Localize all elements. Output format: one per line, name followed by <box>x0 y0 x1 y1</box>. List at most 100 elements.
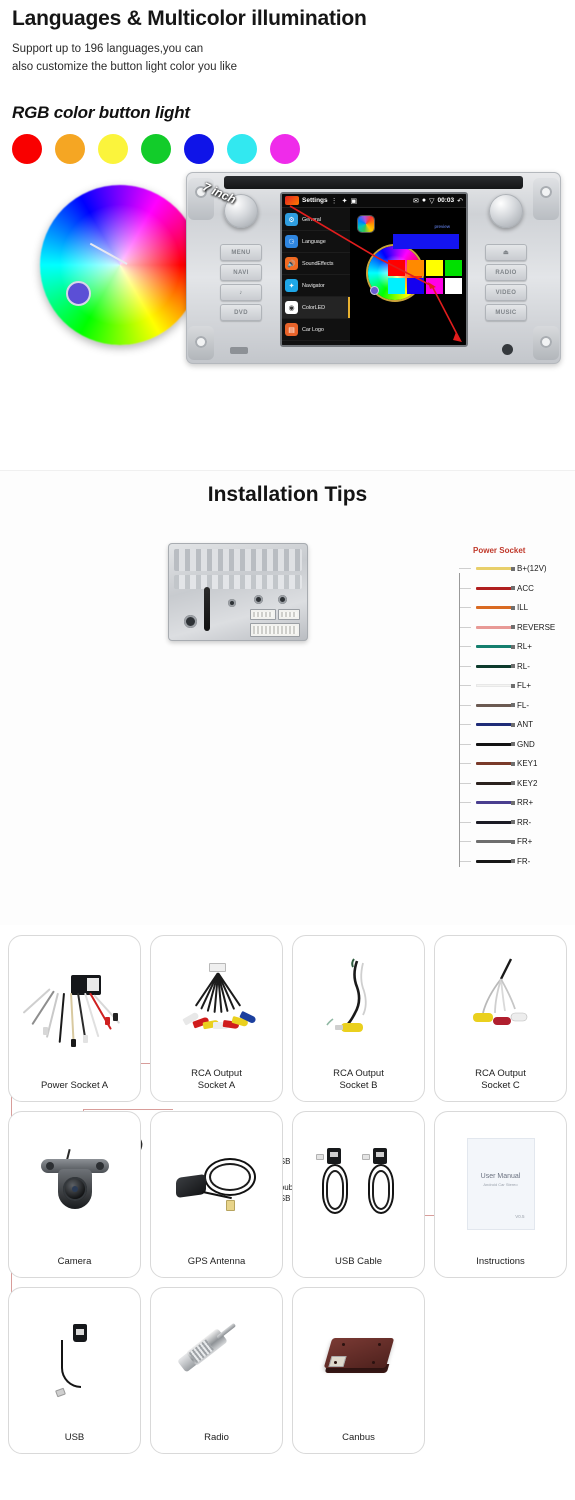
swatch-blue[interactable] <box>184 133 214 164</box>
menu-item-navigator[interactable]: ✦ Navigator <box>282 275 350 297</box>
installation-tips-section: Installation Tips GPS Antenna ANT or (No… <box>0 470 575 1363</box>
swatch-red[interactable] <box>12 133 42 164</box>
music-button[interactable]: MUSIC <box>485 304 527 321</box>
screen-palette-grid <box>388 260 462 294</box>
front-usb-port[interactable] <box>230 347 248 354</box>
power-wire-row: GND <box>459 735 571 755</box>
manual-version: V0.5 <box>515 1213 525 1219</box>
menu-item-colorled[interactable]: ◉ ColorLED <box>282 297 350 319</box>
eject-button[interactable]: ⏏ <box>485 244 527 261</box>
head-unit-front: MENU NAVI ♪ DVD ⏏ RADIO VIDEO MUSIC Sett… <box>186 172 561 364</box>
wire-swatch <box>476 858 515 864</box>
star-icon[interactable]: ✦ <box>342 197 348 205</box>
swatch-magenta[interactable] <box>270 133 300 164</box>
power-wire-row: FR- <box>459 852 571 872</box>
menu-item-carlogo[interactable]: ▤ Car Logo <box>282 319 350 341</box>
menu-label-colorled: ColorLED <box>302 304 326 311</box>
wire-label: GND <box>517 739 535 749</box>
power-socket-panel: Power Socket B+(12V) ACC ILL REVERSE RL+… <box>459 546 571 871</box>
accessory-card-instructions[interactable]: User Manual Android Car Stereo V0.5 Inst… <box>434 1111 567 1278</box>
color-wheel-widget[interactable] <box>40 185 200 345</box>
apps-icon[interactable]: ▣ <box>351 197 358 205</box>
swatch-green[interactable] <box>141 133 171 164</box>
head-unit-top-trim <box>224 176 523 189</box>
manual-subtitle: Android Car Stereo <box>483 1181 518 1187</box>
rear-port-a <box>228 599 236 607</box>
palette-icon: ◉ <box>285 301 298 314</box>
color-preview-bar <box>393 234 459 249</box>
palette-swatch-red[interactable] <box>388 260 405 276</box>
preview-caption: preview <box>434 224 450 229</box>
power-wire-row: RL- <box>459 657 571 677</box>
menu-item-general[interactable]: ⚙ General <box>282 209 350 231</box>
power-wire-row: RL+ <box>459 637 571 657</box>
globe-icon: ⚆ <box>285 235 298 248</box>
wire-swatch <box>476 839 515 845</box>
screen-body: ⚙ General ⚆ Language 🔊 SoundEffects ✦ Na… <box>282 208 466 345</box>
overflow-menu-icon[interactable]: ⋮ <box>331 197 339 205</box>
wire-swatch <box>476 605 515 611</box>
accessory-card-rca-output-socket-c[interactable]: RCA Output Socket C <box>434 935 567 1102</box>
rear-wifi-antenna <box>204 587 210 631</box>
languages-section: Languages & Multicolor illumination Supp… <box>0 0 575 470</box>
palette-swatch-orange[interactable] <box>407 260 424 276</box>
gps-antenna-art <box>151 1112 282 1256</box>
rear-port-c <box>278 595 287 604</box>
rear-vent-upper <box>174 549 302 571</box>
power-wire-row: RR+ <box>459 793 571 813</box>
phone-button[interactable]: ♪ <box>220 284 262 301</box>
swatch-orange[interactable] <box>55 133 85 164</box>
rear-connector-b <box>278 609 300 620</box>
accessory-card-gps-antenna[interactable]: GPS Antenna <box>150 1111 283 1278</box>
color-wheel-gradient[interactable] <box>51 196 189 334</box>
navi-button[interactable]: NAVI <box>220 264 262 281</box>
palette-swatch-magenta[interactable] <box>426 278 443 294</box>
backup-camera-icon <box>37 1148 113 1219</box>
accessory-card-usb-cable[interactable]: USB Cable <box>292 1111 425 1278</box>
colorled-panel: preview <box>350 208 466 345</box>
power-wire-row: FL- <box>459 696 571 716</box>
accessory-card-power-socket-a[interactable]: Power Socket A <box>8 935 141 1102</box>
accessory-card-canbus[interactable]: Canbus <box>292 1287 425 1454</box>
accessory-card-usb[interactable]: USB <box>8 1287 141 1454</box>
radio-button[interactable]: RADIO <box>485 264 527 281</box>
radio-antenna-adapter-icon <box>169 1313 264 1406</box>
back-icon[interactable]: ↶ <box>457 197 463 205</box>
screen-color-wheel-knob[interactable] <box>370 286 379 295</box>
video-button[interactable]: VIDEO <box>485 284 527 301</box>
accessory-card-rca-output-socket-b[interactable]: RCA Output Socket B <box>292 935 425 1102</box>
accessory-card-rca-output-socket-a[interactable]: RCA Output Socket A <box>150 935 283 1102</box>
speaker-icon: 🔊 <box>285 257 298 270</box>
rca-socket-b-icon <box>325 958 367 1032</box>
palette-swatch-cyan[interactable] <box>388 278 405 294</box>
accessory-card-camera[interactable]: Camera <box>8 1111 141 1278</box>
palette-swatch-green[interactable] <box>445 260 462 276</box>
accessory-label: RCA Output Socket A <box>191 1067 242 1091</box>
rgb-heading: RGB color button light <box>12 102 190 122</box>
brand-logo-icon <box>285 196 299 205</box>
menu-button[interactable]: MENU <box>220 244 262 261</box>
head-unit-screen[interactable]: Settings ⋮ ✦ ▣ ✉ ● ▽ 00:03 ↶ ⚙ General ⚆… <box>280 192 468 347</box>
menu-item-soundeffects[interactable]: 🔊 SoundEffects <box>282 253 350 275</box>
wire-swatch <box>476 741 515 747</box>
clock-label: 00:03 <box>437 197 455 204</box>
rca-socket-c-icon <box>472 958 527 1025</box>
wire-label: RR+ <box>517 798 534 808</box>
palette-swatch-white[interactable] <box>445 278 462 294</box>
usb-adapter-icon <box>47 1322 103 1398</box>
radio-art <box>151 1288 282 1432</box>
subtitle-line-1: Support up to 196 languages,you can <box>12 43 204 56</box>
accessory-card-radio[interactable]: Radio <box>150 1287 283 1454</box>
dvd-button[interactable]: DVD <box>220 304 262 321</box>
carlogo-icon: ▤ <box>285 323 298 336</box>
palette-swatch-yellow[interactable] <box>426 260 443 276</box>
color-wheel-knob[interactable] <box>66 281 91 306</box>
power-wire-row: FR+ <box>459 832 571 852</box>
tune-knob[interactable] <box>489 194 523 228</box>
accessory-label: Radio <box>204 1431 229 1443</box>
swatch-yellow[interactable] <box>98 133 128 164</box>
palette-swatch-blue[interactable] <box>407 278 424 294</box>
menu-label-carlogo: Car Logo <box>302 326 324 333</box>
swatch-cyan[interactable] <box>227 133 257 164</box>
menu-item-language[interactable]: ⚆ Language <box>282 231 350 253</box>
